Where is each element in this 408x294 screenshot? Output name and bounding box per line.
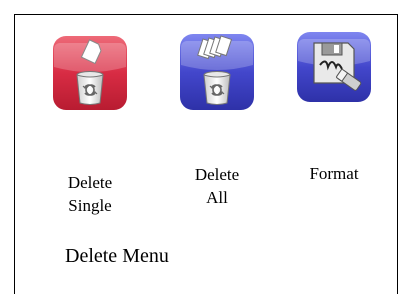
delete-single-icon (52, 35, 130, 113)
delete-all-icon (179, 33, 257, 111)
menu-title: Delete Menu (65, 245, 169, 267)
delete-single-label: Delete Single (67, 173, 113, 215)
delete-all-label: Delete All (194, 165, 240, 207)
screen-frame: Delete Single Delete All Format Delete M… (14, 14, 398, 294)
format-icon (296, 31, 374, 109)
format-label: Format (309, 164, 359, 183)
